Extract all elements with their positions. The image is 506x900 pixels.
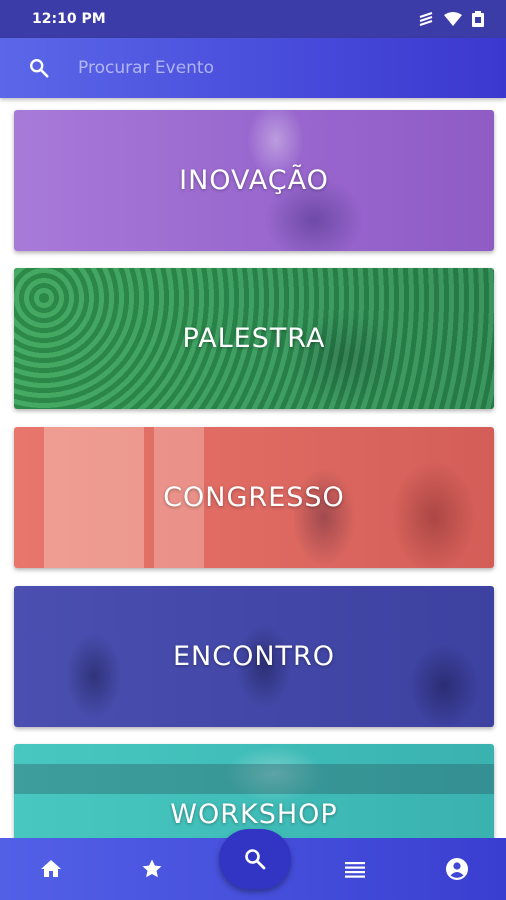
- list-icon[interactable]: [343, 857, 367, 881]
- status-bar: 12:10 PM: [0, 0, 506, 38]
- search-input[interactable]: [78, 58, 438, 78]
- category-label: WORKSHOP: [170, 799, 338, 830]
- category-list: INOVAÇÃO PALESTRA CONGRESSO ENCONTRO WOR…: [0, 98, 506, 838]
- account-icon[interactable]: [445, 857, 469, 881]
- category-label: PALESTRA: [182, 323, 326, 354]
- wifi-icon: [444, 12, 462, 26]
- category-card-workshop[interactable]: WORKSHOP: [14, 744, 494, 838]
- category-card-inovacao[interactable]: INOVAÇÃO: [14, 110, 494, 251]
- battery-icon: [472, 11, 484, 27]
- star-icon[interactable]: [140, 857, 164, 881]
- category-label: INOVAÇÃO: [179, 165, 329, 196]
- search-icon: [245, 849, 266, 870]
- category-label: CONGRESSO: [163, 482, 345, 513]
- search-icon[interactable]: [28, 57, 50, 79]
- signal-icon: [419, 12, 433, 26]
- search-fab-button[interactable]: [219, 829, 291, 889]
- category-label: ENCONTRO: [172, 641, 336, 672]
- category-card-palestra[interactable]: PALESTRA: [14, 268, 494, 409]
- category-card-encontro[interactable]: ENCONTRO: [14, 586, 494, 727]
- home-icon[interactable]: [39, 857, 63, 881]
- search-bar[interactable]: [0, 38, 506, 98]
- status-icons: [418, 11, 484, 27]
- category-card-congresso[interactable]: CONGRESSO: [14, 427, 494, 568]
- status-time: 12:10 PM: [32, 11, 106, 27]
